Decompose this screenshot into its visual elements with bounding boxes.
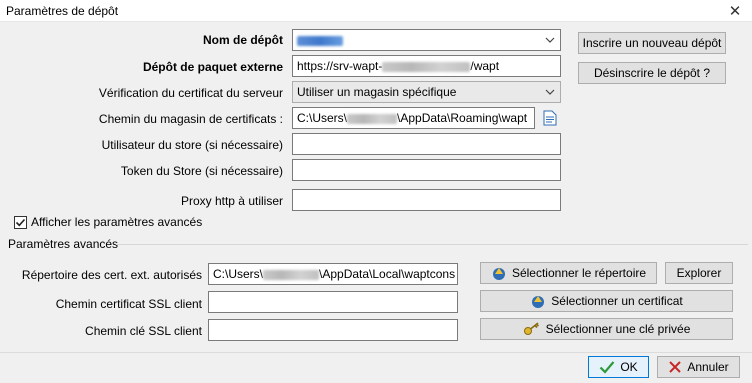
cert-verify-label: Vérification du certificat du serveur — [98, 86, 283, 100]
ssl-cert-label: Chemin certificat SSL client — [55, 297, 202, 311]
redacted-value — [263, 269, 320, 280]
select-certificate-label: Sélectionner un certificat — [551, 294, 683, 308]
explore-button[interactable]: Explorer — [665, 262, 733, 284]
checkmark-icon — [15, 218, 26, 227]
select-directory-button[interactable]: Sélectionner le répertoire — [480, 262, 657, 284]
chevron-down-icon — [545, 37, 555, 43]
external-repo-field[interactable]: https://srv-wapt- /wapt — [292, 55, 561, 77]
cert-store-field[interactable]: C:\Users\ \AppData\Roaming\wapt — [292, 107, 535, 129]
http-proxy-label: Proxy http à utiliser — [180, 194, 283, 208]
document-icon — [543, 110, 557, 126]
unregister-repo-button[interactable]: Désinscrire le dépôt ? — [578, 62, 726, 84]
cert-store-label: Chemin du magasin de certificats : — [98, 112, 283, 126]
ext-cert-dir-label: Répertoire des cert. ext. autorisés — [21, 268, 202, 282]
ok-button[interactable]: OK — [588, 356, 649, 378]
show-advanced-checkbox[interactable] — [14, 216, 27, 229]
ext-cert-dir-value-end: \AppData\Local\waptcons — [319, 267, 456, 281]
ssl-key-label: Chemin clé SSL client — [85, 324, 202, 338]
cancel-button[interactable]: Annuler — [657, 356, 740, 378]
key-icon — [523, 322, 539, 335]
check-icon — [600, 361, 615, 374]
external-repo-value-end: /wapt — [470, 59, 500, 73]
window-title: Paramètres de dépôt — [6, 4, 119, 18]
close-icon[interactable]: ✕ — [726, 2, 744, 20]
ext-cert-dir-value-start: C:\Users\ — [213, 267, 264, 281]
store-user-label: Utilisateur du store (si nécessaire) — [101, 138, 283, 152]
cert-verify-value: Utiliser un magasin spécifique — [297, 85, 457, 99]
select-certificate-button[interactable]: Sélectionner un certificat — [480, 290, 733, 312]
globe-arrow-icon — [492, 268, 505, 280]
ssl-key-field[interactable] — [208, 319, 458, 341]
cancel-label: Annuler — [687, 360, 729, 374]
cert-store-value-start: C:\Users\ — [297, 111, 348, 125]
chevron-down-icon — [545, 89, 555, 95]
ssl-cert-field[interactable] — [208, 291, 458, 313]
show-advanced-label[interactable]: Afficher les paramètres avancés — [31, 215, 202, 229]
globe-arrow-icon — [532, 296, 545, 308]
select-private-key-label: Sélectionner une clé privée — [545, 322, 691, 336]
redacted-value — [347, 113, 398, 124]
section-divider — [116, 244, 748, 245]
redacted-value — [382, 61, 471, 72]
repo-name-label: Nom de dépôt — [203, 33, 283, 47]
cert-verify-select[interactable]: Utiliser un magasin spécifique — [292, 81, 561, 103]
store-user-field[interactable] — [292, 133, 561, 155]
external-repo-label: Dépôt de paquet externe — [142, 60, 283, 74]
register-repo-button[interactable]: Inscrire un nouveau dépôt — [578, 32, 726, 54]
x-icon — [669, 361, 682, 373]
ok-label: OK — [620, 360, 638, 374]
select-private-key-button[interactable]: Sélectionner une clé privée — [480, 318, 733, 340]
http-proxy-field[interactable] — [292, 189, 561, 211]
redacted-value — [297, 35, 343, 46]
advanced-section-title: Paramètres avancés — [8, 237, 119, 251]
select-directory-label: Sélectionner le répertoire — [511, 266, 647, 280]
title-bar: Paramètres de dépôt ✕ — [0, 0, 752, 22]
ext-cert-dir-field[interactable]: C:\Users\ \AppData\Local\waptcons — [208, 263, 458, 285]
store-token-field[interactable] — [292, 159, 561, 181]
repo-name-combo[interactable] — [292, 29, 561, 51]
store-token-label: Token du Store (si nécessaire) — [120, 164, 283, 178]
cert-store-value-end: \AppData\Roaming\wapt — [397, 111, 528, 125]
external-repo-value-start: https://srv-wapt- — [297, 59, 383, 73]
browse-file-button[interactable] — [541, 109, 559, 127]
